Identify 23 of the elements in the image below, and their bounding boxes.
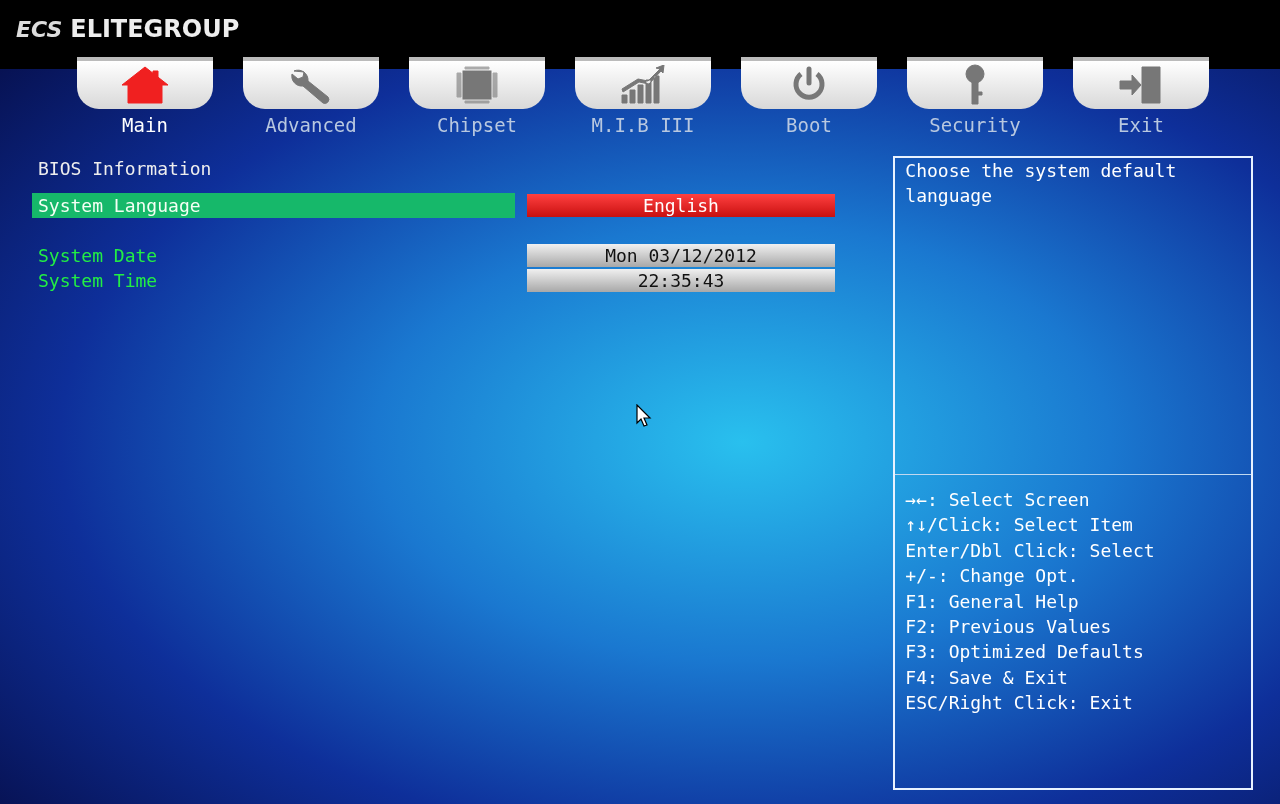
key-hint: F4: Save & Exit: [905, 665, 1069, 690]
setting-label[interactable]: System Date: [32, 243, 515, 268]
key-hint: F3: Optimized Defaults: [905, 640, 1145, 665]
key-hint: ↑↓/Click: Select Item: [905, 513, 1134, 538]
chip-icon: [455, 65, 499, 105]
section-heading: BIOS Information: [37, 157, 213, 181]
key-hint: F1: General Help: [905, 589, 1080, 614]
brand-name: ELITEGROUP: [70, 15, 240, 43]
key-hint: ESC/Right Click: Exit: [905, 691, 1134, 716]
key-hint: F2: Previous Values: [905, 615, 1113, 640]
logo: ECS: [16, 16, 63, 42]
bar-chart-icon: [618, 65, 668, 105]
setting-value[interactable]: Mon 03/12/2012: [527, 244, 835, 267]
setting-value[interactable]: English: [527, 194, 835, 217]
house-icon: [120, 65, 170, 105]
key-hint: +/-: Change Opt.: [905, 564, 1080, 589]
exit-door-icon: [1118, 65, 1164, 105]
setting-label[interactable]: System Time: [32, 268, 515, 293]
help-description: Choose the system default language: [895, 158, 1251, 475]
setting-value[interactable]: 22:35:43: [527, 269, 835, 292]
key-hint: Enter/Dbl Click: Select: [905, 538, 1156, 563]
key-hint: →←: Select Screen: [905, 488, 1091, 512]
mouse-cursor-icon: [636, 404, 652, 428]
